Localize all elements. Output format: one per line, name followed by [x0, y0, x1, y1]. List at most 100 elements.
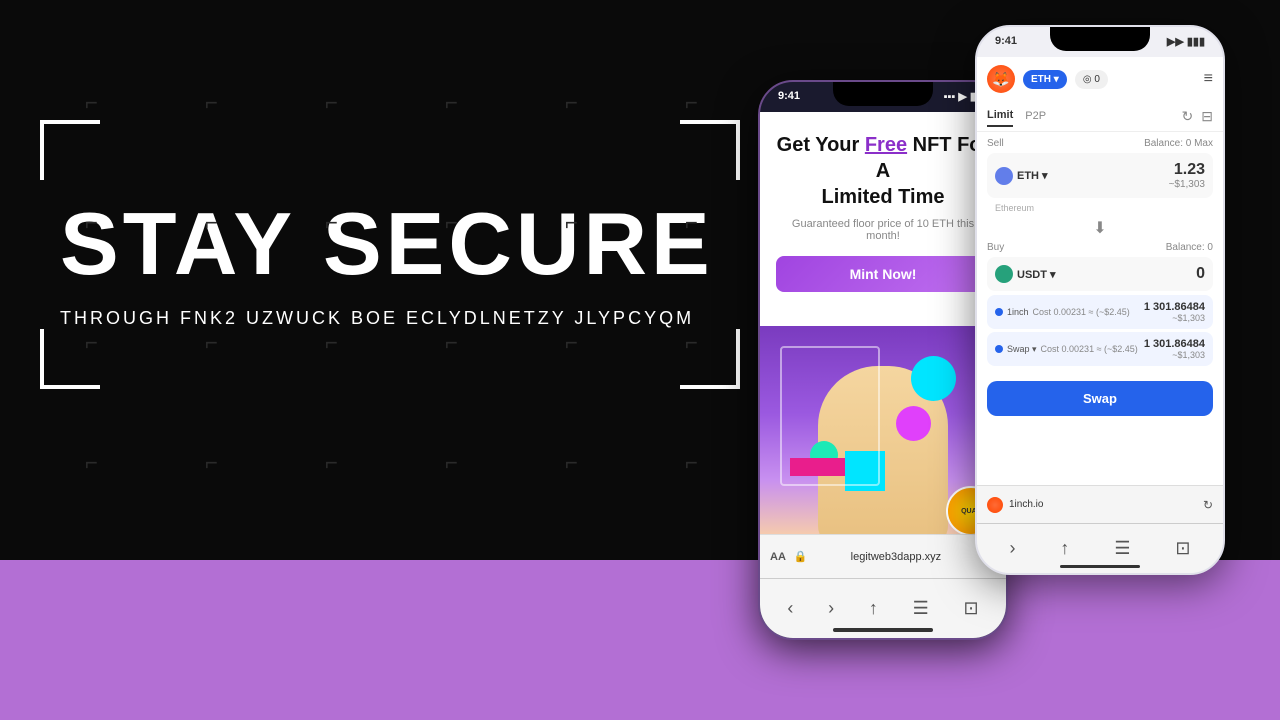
svg-text:⌐: ⌐ — [445, 450, 458, 475]
result-source-2: Swap ▾ Cost 0.00231 ≈ (~$2.45) — [995, 344, 1138, 355]
svg-text:⌐: ⌐ — [445, 330, 458, 355]
inch-browser-logo — [987, 497, 1003, 513]
left-content: STAY SECURE THROUGH FNK2 UZWUCK BOE ECLY… — [60, 200, 720, 329]
phone-nav-bar: ‹ › ↑ ☰ ⊡ — [760, 578, 1006, 638]
svg-text:⌐: ⌐ — [325, 90, 338, 115]
inch-wallet-button[interactable]: ◎ 0 — [1075, 70, 1108, 89]
svg-text:⌐: ⌐ — [565, 450, 578, 475]
corner-bracket-top-right — [680, 120, 740, 180]
inch-tab-actions: ↻ ⊟ — [1182, 108, 1213, 125]
svg-text:⌐: ⌐ — [325, 450, 338, 475]
inch-chain-button[interactable]: ETH ▾ — [1023, 70, 1067, 89]
result-label-2: Swap ▾ — [1007, 344, 1037, 355]
nft-frame — [780, 346, 880, 486]
svg-text:⌐: ⌐ — [565, 90, 578, 115]
nft-subtext: Guaranteed floor price of 10 ETH this mo… — [776, 218, 990, 242]
inch-swap-form: Sell Balance: 0 Max ETH ▾ 1.23 ~$1,303 E… — [977, 132, 1223, 375]
eth-logo — [995, 167, 1013, 185]
phone-1inch-nav-bar: › ↑ ☰ ⊡ — [977, 523, 1223, 573]
sell-label: Sell — [987, 138, 1004, 149]
refresh-icon[interactable]: ↻ — [1182, 108, 1194, 125]
svg-text:⌐: ⌐ — [85, 450, 98, 475]
chain-label: ETH ▾ — [1031, 74, 1059, 85]
svg-text:⌐: ⌐ — [205, 330, 218, 355]
phone-1inch-signal: ▶▶ ▮▮▮ — [1167, 35, 1205, 48]
nft-content: Get Your Free NFT For ALimited Time Guar… — [760, 112, 1006, 326]
source-dot-2 — [995, 345, 1003, 353]
nft-headline: Get Your Free NFT For ALimited Time — [776, 132, 990, 210]
nav-forward[interactable]: › — [828, 598, 834, 619]
phone-1inch: 9:41 ▶▶ ▮▮▮ 🦊 ETH ▾ ◎ 0 ≡ Limit P2P ↻ — [975, 25, 1225, 575]
inch-logo: 🦊 — [987, 65, 1015, 93]
result-row-1: 1inch Cost 0.00231 ≈ (~$2.45) 1 301.8648… — [987, 295, 1213, 329]
from-token-symbol: ETH ▾ — [1017, 169, 1048, 182]
svg-text:⌐: ⌐ — [325, 330, 338, 355]
nav-tabs[interactable]: ⊡ — [964, 598, 979, 619]
browser-lock: 🔒 — [794, 550, 808, 563]
buy-balance: Balance: 0 — [1166, 242, 1213, 255]
result-values-2: 1 301.86484 ~$1,303 — [1144, 338, 1205, 360]
browser-aa: AA — [770, 551, 786, 563]
result-row-1-inner: 1inch Cost 0.00231 ≈ (~$2.45) 1 301.8648… — [995, 301, 1205, 323]
main-title: STAY SECURE — [60, 200, 720, 288]
from-token-select[interactable]: ETH ▾ — [995, 167, 1048, 185]
nav-back[interactable]: ‹ — [787, 598, 793, 619]
phone-nft-status: 9:41 ▪▪▪ ▶ ▮▮▮ — [760, 90, 1006, 103]
home-indicator — [833, 628, 933, 632]
nft-circle-magenta — [896, 406, 931, 441]
result-source-1: 1inch Cost 0.00231 ≈ (~$2.45) — [995, 307, 1130, 317]
from-amount: 1.23 — [1169, 161, 1205, 179]
inch-menu-button[interactable]: ≡ — [1204, 70, 1213, 88]
swap-button[interactable]: Swap — [987, 381, 1213, 416]
result-fee-2: Cost 0.00231 ≈ (~$2.45) — [1041, 344, 1138, 354]
to-token-select[interactable]: USDT ▾ — [995, 265, 1056, 283]
phone-1inch-browser-bar: 1inch.io ↻ — [977, 485, 1223, 523]
nft-headline-highlight: Free — [865, 134, 907, 156]
from-token-row[interactable]: ETH ▾ 1.23 ~$1,303 — [987, 153, 1213, 198]
inch-nav-share[interactable]: ↑ — [1060, 538, 1069, 559]
nft-circle-cyan — [911, 356, 956, 401]
from-amount-container: 1.23 ~$1,303 — [1169, 161, 1205, 190]
phone-1inch-status: 9:41 ▶▶ ▮▮▮ — [977, 35, 1223, 48]
browser-url: legitweb3dapp.xyz — [816, 551, 977, 563]
svg-text:⌐: ⌐ — [685, 90, 698, 115]
wallet-label: ◎ 0 — [1083, 74, 1100, 85]
inch-nav-back[interactable]: › — [1009, 538, 1015, 559]
sub-title: THROUGH FNK2 UZWUCK BOE ECLYDLNETZY JLYP… — [60, 308, 720, 329]
phone-browser-bar: AA 🔒 legitweb3dapp.xyz ↻ — [760, 534, 1006, 578]
svg-text:⌐: ⌐ — [205, 450, 218, 475]
nav-bookmarks[interactable]: ☰ — [913, 598, 929, 619]
inch-header: 🦊 ETH ▾ ◎ 0 ≡ — [977, 57, 1223, 101]
inch-nav-bookmarks[interactable]: ☰ — [1114, 538, 1130, 559]
phone-1inch-time: 9:41 — [995, 35, 1017, 48]
filter-icon[interactable]: ⊟ — [1201, 108, 1213, 125]
sell-balance: Balance: 0 Max — [1144, 138, 1213, 151]
result-row-2-inner: Swap ▾ Cost 0.00231 ≈ (~$2.45) 1 301.864… — [995, 338, 1205, 360]
phone-nft-screen: Get Your Free NFT For ALimited Time Guar… — [760, 112, 1006, 578]
inch-browser-reload[interactable]: ↻ — [1203, 498, 1213, 512]
mint-button[interactable]: Mint Now! — [776, 256, 990, 292]
to-token-row[interactable]: USDT ▾ 0 — [987, 257, 1213, 291]
svg-text:⌐: ⌐ — [205, 90, 218, 115]
source-dot-1 — [995, 308, 1003, 316]
from-usd: ~$1,303 — [1169, 179, 1205, 190]
result-label-1: 1inch — [1007, 307, 1029, 317]
tab-limit[interactable]: Limit — [987, 105, 1013, 127]
result-usd-2: ~$1,303 — [1144, 350, 1205, 360]
result-values-1: 1 301.86484 ~$1,303 — [1144, 301, 1205, 323]
corner-bracket-bottom-right — [680, 329, 740, 389]
nav-share[interactable]: ↑ — [869, 598, 878, 619]
inch-nav-copy[interactable]: ⊡ — [1175, 538, 1190, 559]
svg-text:⌐: ⌐ — [85, 90, 98, 115]
tab-p2p[interactable]: P2P — [1025, 106, 1046, 126]
inch-browser-url: 1inch.io — [1009, 499, 1197, 510]
from-token-name: Ethereum — [987, 202, 1213, 214]
result-usd-1: ~$1,303 — [1144, 313, 1205, 323]
result-fee-1: Cost 0.00231 ≈ (~$2.45) — [1033, 307, 1130, 317]
inch-tabs: Limit P2P ↻ ⊟ — [977, 101, 1223, 132]
bottom-strip — [0, 560, 1280, 720]
svg-text:⌐: ⌐ — [685, 450, 698, 475]
buy-label: Buy — [987, 242, 1004, 253]
swap-direction-arrow[interactable]: ⬇ — [987, 214, 1213, 242]
result-value-2: 1 301.86484 — [1144, 338, 1205, 350]
